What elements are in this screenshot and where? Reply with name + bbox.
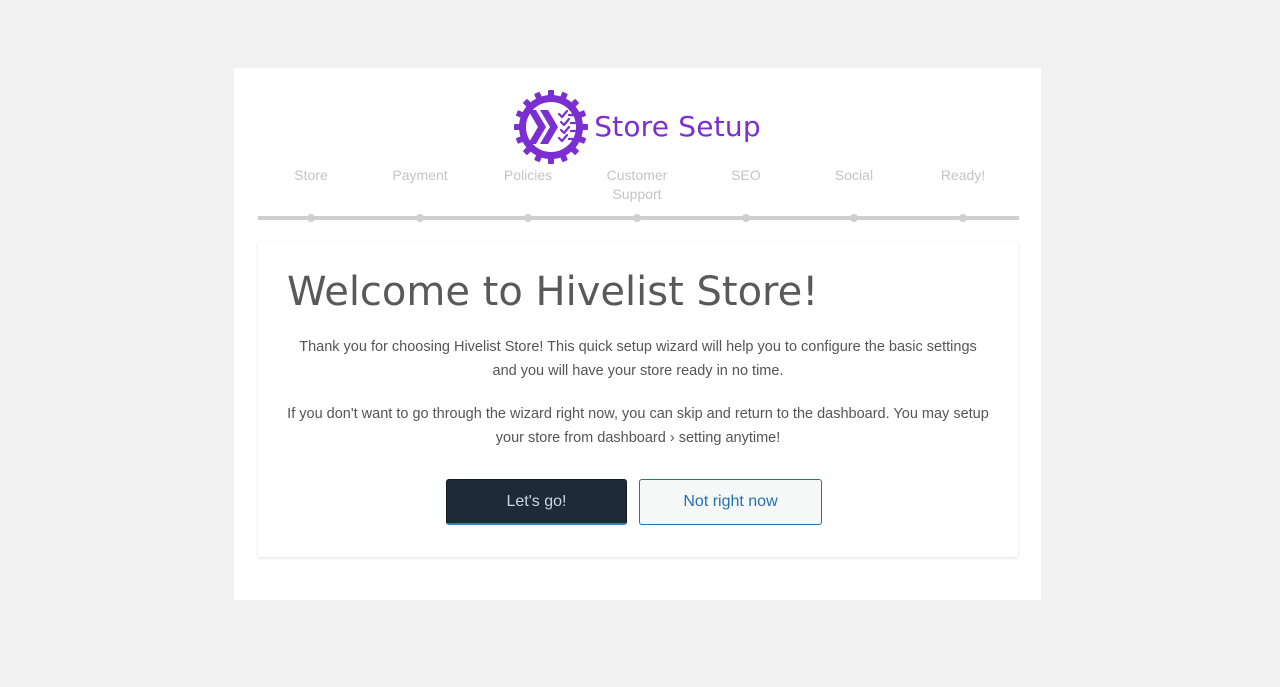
step-dot-policies — [524, 214, 532, 222]
intro-paragraph: Thank you for choosing Hivelist Store! T… — [299, 339, 977, 379]
step-dot-ready — [959, 214, 967, 222]
gear-checklist-logo-icon — [514, 90, 589, 164]
step-policies: Policies — [503, 167, 553, 183]
store-setup-title: Store Setup — [594, 109, 761, 143]
step-dot-seo — [742, 214, 750, 222]
step-dot-customer-support — [633, 214, 641, 222]
not-right-now-button[interactable]: Not right now — [639, 479, 822, 525]
step-customer-support: Customer Support — [606, 167, 668, 202]
step-store: Store — [294, 167, 328, 183]
setup-wizard-panel: Store Setup Store Payment Policies Custo… — [234, 68, 1041, 600]
step-social: Social — [834, 167, 874, 183]
welcome-title: Welcome to Hivelist Store! — [287, 269, 819, 315]
step-payment: Payment — [392, 167, 448, 183]
lets-go-button[interactable]: Let's go! — [446, 479, 627, 525]
skip-paragraph: If you don't want to go through the wiza… — [287, 406, 989, 446]
wizard-header: Store Setup — [234, 90, 1041, 164]
step-ready: Ready! — [940, 167, 986, 183]
welcome-card: Welcome to Hivelist Store! Thank you for… — [258, 242, 1018, 557]
step-dot-store — [307, 214, 315, 222]
step-seo: SEO — [731, 167, 761, 183]
setup-steps-progress: Store Payment Policies Customer Support … — [258, 166, 1019, 224]
step-dot-payment — [416, 214, 424, 222]
step-dot-social — [850, 214, 858, 222]
